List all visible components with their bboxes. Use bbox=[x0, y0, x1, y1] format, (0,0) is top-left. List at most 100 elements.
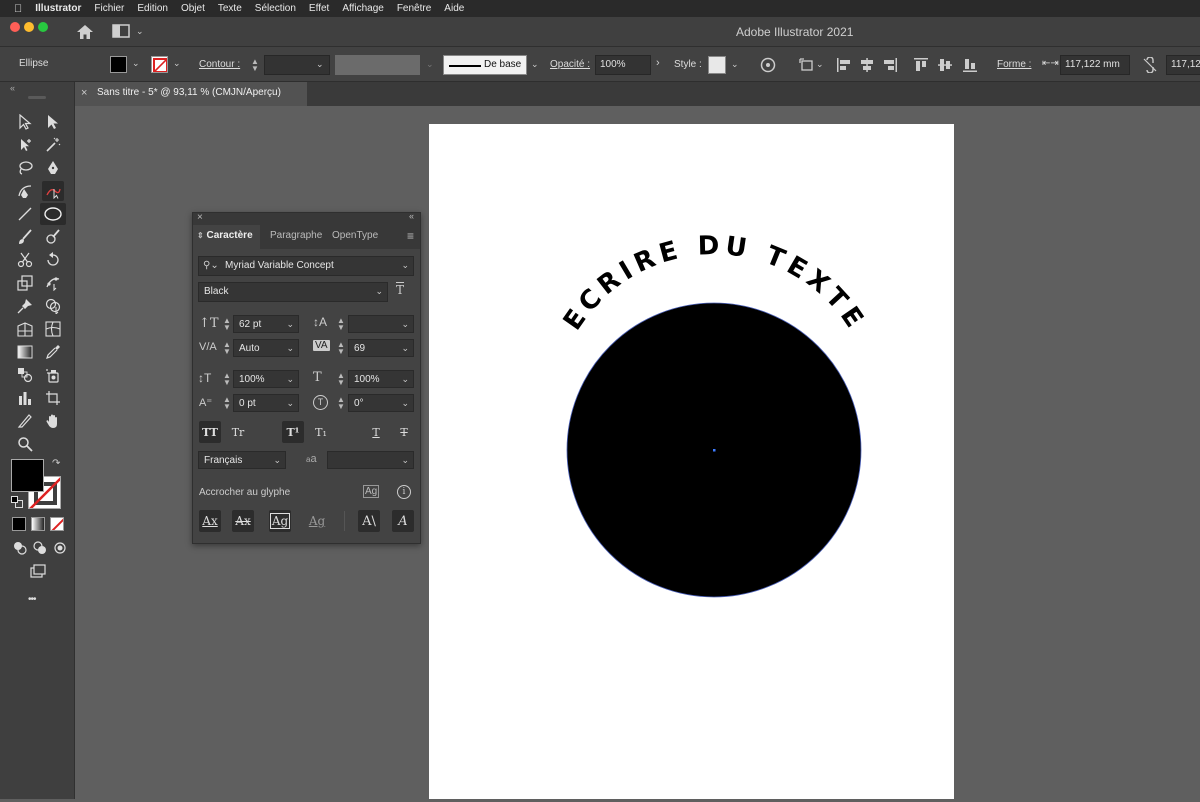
graphic-style-swatch[interactable] bbox=[708, 56, 726, 74]
menu-texte[interactable]: Texte bbox=[218, 3, 242, 14]
selection-tool[interactable] bbox=[14, 112, 36, 132]
line-tool[interactable] bbox=[14, 204, 36, 224]
profile-dropdown-icon[interactable]: ⌄ bbox=[426, 59, 434, 70]
leading-dropdown-icon[interactable]: ⌄ bbox=[401, 318, 409, 331]
menu-aide[interactable]: Aide bbox=[444, 3, 464, 14]
swap-fill-stroke-icon[interactable]: ↷ bbox=[52, 458, 60, 469]
align-center-h-icon[interactable] bbox=[859, 57, 875, 73]
baseline-shift-stepper[interactable]: ▲ ▼ bbox=[223, 396, 231, 411]
font-family-field[interactable]: ⚲⌄ Myriad Variable Concept ⌄ bbox=[198, 256, 414, 276]
kerning-field[interactable]: Auto ⌄ bbox=[233, 339, 299, 357]
shape-builder-tool[interactable] bbox=[42, 296, 64, 316]
rotation-stepper[interactable]: ▲ ▼ bbox=[337, 396, 345, 411]
fill-dropdown-chevron-icon[interactable]: ⌄ bbox=[132, 58, 140, 69]
align-bottom-icon[interactable] bbox=[962, 57, 978, 73]
constrain-proportions-icon[interactable] bbox=[1142, 57, 1158, 73]
slice-tool[interactable] bbox=[14, 411, 36, 431]
tab-caractere[interactable]: ⇕ Caractère bbox=[193, 225, 260, 249]
home-icon[interactable] bbox=[76, 24, 94, 43]
edit-toolbar-more-icon[interactable]: ••• bbox=[28, 594, 36, 605]
font-style-field[interactable]: Black ⌄ bbox=[198, 282, 388, 302]
strikethrough-button[interactable]: T bbox=[393, 421, 415, 443]
eyedropper-tool[interactable] bbox=[42, 342, 64, 362]
language-dropdown-icon[interactable]: ⌄ bbox=[273, 454, 281, 467]
opacity-field[interactable]: 100% bbox=[595, 55, 651, 75]
horizontal-scale-dropdown-icon[interactable]: ⌄ bbox=[401, 373, 409, 386]
antialias-dropdown-icon[interactable]: ⌄ bbox=[401, 454, 409, 467]
blend-tool[interactable] bbox=[14, 365, 36, 385]
font-style-dropdown-icon[interactable]: ⌄ bbox=[375, 285, 383, 298]
align-right-icon[interactable] bbox=[882, 57, 898, 73]
hand-tool[interactable] bbox=[42, 411, 64, 431]
none-mode-button[interactable] bbox=[50, 517, 64, 531]
column-graph-tool[interactable] bbox=[14, 388, 36, 408]
info-icon[interactable]: i bbox=[397, 485, 411, 499]
menu-selection[interactable]: Sélection bbox=[255, 3, 296, 14]
menu-edition[interactable]: Edition bbox=[137, 3, 168, 14]
tab-opentype[interactable]: OpenType bbox=[332, 225, 378, 249]
menu-fichier[interactable]: Fichier bbox=[94, 3, 124, 14]
mesh-tool[interactable] bbox=[42, 319, 64, 339]
draw-behind-mode[interactable] bbox=[29, 538, 51, 558]
tracking-stepper[interactable]: ▲ ▼ bbox=[337, 341, 345, 356]
draw-inside-mode[interactable] bbox=[49, 538, 71, 558]
snap-glyph-settings-icon[interactable]: Ag bbox=[363, 485, 380, 498]
opacity-arrow-icon[interactable]: › bbox=[656, 57, 660, 69]
color-mode-button[interactable] bbox=[12, 517, 26, 531]
horizontal-scale-stepper[interactable]: ▲ ▼ bbox=[337, 372, 345, 387]
leading-field[interactable]: ⌄ bbox=[348, 315, 414, 333]
menu-objet[interactable]: Objet bbox=[181, 3, 205, 14]
forme-label[interactable]: Forme : bbox=[997, 59, 1031, 70]
puppet-warp-tool[interactable] bbox=[42, 273, 64, 293]
close-window-button[interactable] bbox=[10, 22, 20, 32]
all-caps-button[interactable]: TT bbox=[199, 421, 221, 443]
kerning-dropdown-icon[interactable]: ⌄ bbox=[286, 342, 294, 355]
rotation-dropdown-icon[interactable]: ⌄ bbox=[401, 397, 409, 410]
scale-tool[interactable] bbox=[14, 273, 36, 293]
close-tab-icon[interactable]: × bbox=[81, 87, 87, 99]
tracking-dropdown-icon[interactable]: ⌄ bbox=[401, 342, 409, 355]
subscript-button[interactable]: T₁ bbox=[310, 421, 332, 443]
default-fill-stroke-icon[interactable] bbox=[11, 496, 23, 508]
contour-stepper[interactable]: ▲ ▼ bbox=[251, 58, 259, 73]
magic-wand-tool[interactable] bbox=[42, 135, 64, 155]
antialias-field[interactable]: ⌄ bbox=[327, 451, 414, 469]
screen-mode-button[interactable] bbox=[27, 561, 49, 581]
vertical-scale-stepper[interactable]: ▲ ▼ bbox=[223, 372, 231, 387]
free-transform-tool[interactable] bbox=[14, 296, 36, 316]
recolor-artwork-icon[interactable] bbox=[760, 57, 776, 73]
baseline-shift-dropdown-icon[interactable]: ⌄ bbox=[286, 397, 294, 410]
app-menu-illustrator[interactable]: Illustrator bbox=[35, 3, 81, 14]
snap-angular-guides-button[interactable]: A\ bbox=[358, 510, 380, 532]
artboard[interactable]: ECRIRE DU TEXTE bbox=[429, 124, 954, 799]
menu-affichage[interactable]: Affichage bbox=[342, 3, 384, 14]
group-selection-tool[interactable] bbox=[14, 135, 36, 155]
snap-baseline-button[interactable]: Ax bbox=[199, 510, 221, 532]
baseline-shift-field[interactable]: 0 pt ⌄ bbox=[233, 394, 299, 412]
underline-button[interactable]: T bbox=[365, 421, 387, 443]
vertical-scale-dropdown-icon[interactable]: ⌄ bbox=[286, 373, 294, 386]
vertical-scale-field[interactable]: 100% ⌄ bbox=[233, 370, 299, 388]
toolbar-grip[interactable] bbox=[28, 96, 46, 99]
pen-tool[interactable] bbox=[42, 158, 64, 178]
align-to-dropdown-icon[interactable]: ⌄ bbox=[816, 59, 824, 70]
minimize-window-button[interactable] bbox=[24, 22, 34, 32]
font-size-field[interactable]: 62 pt ⌄ bbox=[233, 315, 299, 333]
stroke-swatch[interactable] bbox=[151, 56, 168, 73]
fill-swatch[interactable] bbox=[110, 56, 127, 73]
snap-xheight-button[interactable]: Ax bbox=[232, 510, 254, 532]
gradient-mode-button[interactable] bbox=[31, 517, 45, 531]
apple-logo-icon[interactable]:  bbox=[14, 3, 22, 15]
blob-brush-tool[interactable] bbox=[42, 227, 64, 247]
shaper-tool[interactable] bbox=[42, 181, 64, 201]
contour-weight-dropdown-icon[interactable]: ⌄ bbox=[316, 59, 324, 70]
curvature-tool[interactable] bbox=[14, 181, 36, 201]
snap-proximity-guides-button[interactable]: Ag bbox=[306, 510, 328, 532]
toolbar-fill-swatch[interactable] bbox=[11, 459, 44, 492]
style-dropdown-icon[interactable]: ⌄ bbox=[731, 59, 739, 70]
document-tab[interactable]: × Sans titre - 5* @ 93,11 % (CMJN/Aperçu… bbox=[75, 82, 307, 106]
small-caps-button[interactable]: Tr bbox=[227, 421, 249, 443]
zoom-tool[interactable] bbox=[14, 434, 36, 454]
lasso-tool[interactable] bbox=[14, 158, 36, 178]
language-field[interactable]: Français ⌄ bbox=[198, 451, 286, 469]
